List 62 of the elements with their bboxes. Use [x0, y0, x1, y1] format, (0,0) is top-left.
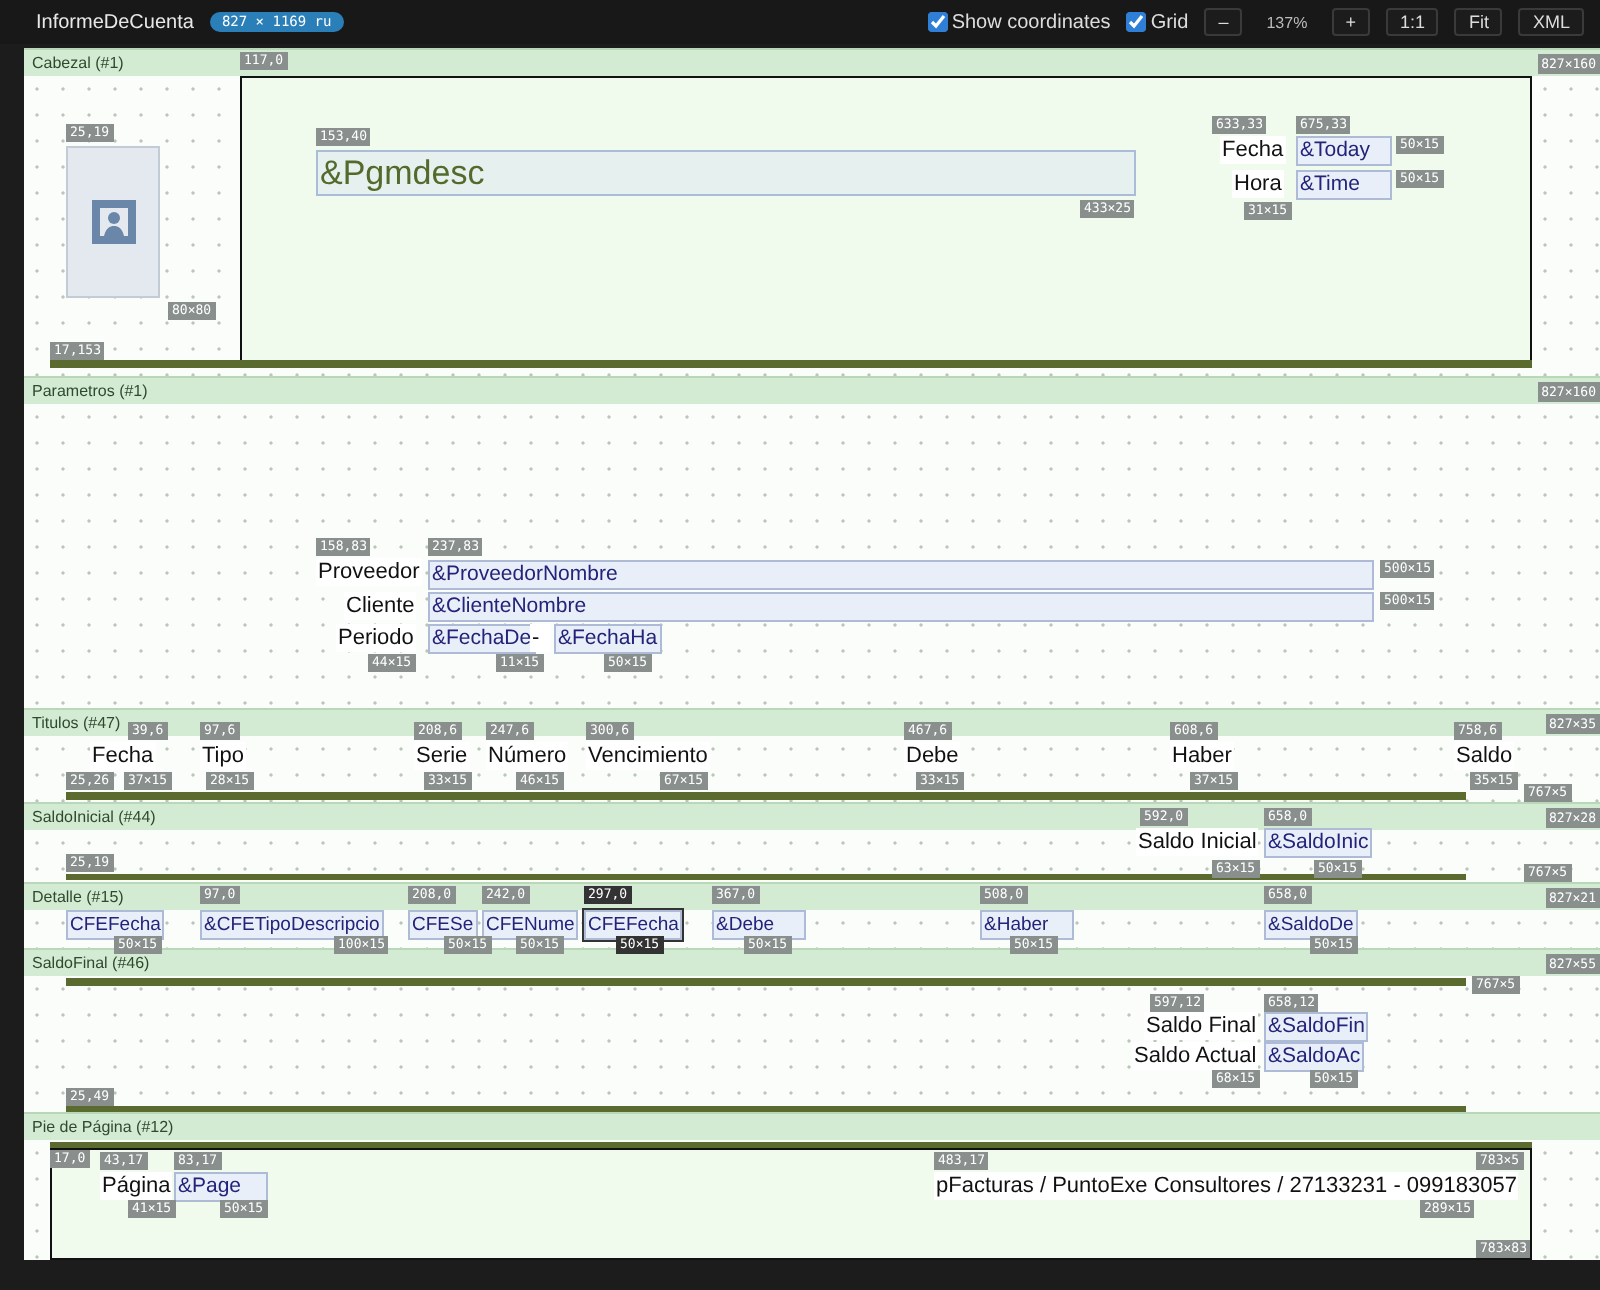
data-field[interactable]: &Time [1296, 170, 1392, 200]
data-field[interactable]: &SaldoAc [1264, 1042, 1365, 1072]
text-label: Saldo Final [1144, 1012, 1259, 1040]
text-label: Haber [1170, 742, 1234, 770]
text-label: Tipo [200, 742, 246, 770]
line-element[interactable] [66, 874, 1466, 880]
zoom-level: 137% [1264, 13, 1310, 31]
band-title: SaldoFinal (#46) [32, 954, 150, 972]
picture-frame-icon [87, 196, 139, 248]
text-label: Proveedor [316, 558, 422, 586]
data-field[interactable]: &FechaHa [554, 624, 662, 654]
data-field[interactable]: CFEFecha [66, 910, 165, 940]
text-label: Periodo [336, 624, 416, 652]
data-field[interactable]: &Haber [980, 910, 1074, 940]
line-element[interactable] [66, 1106, 1466, 1112]
text-label: - [530, 624, 550, 652]
data-field[interactable]: &SaldoDe [1264, 910, 1358, 940]
band-header[interactable]: Pie de Página (#12) [24, 1112, 1600, 1140]
text-label: Saldo Actual [1132, 1042, 1259, 1070]
zoom-in-button[interactable]: + [1331, 8, 1370, 36]
checkbox-label: Grid [1150, 11, 1189, 33]
band-title: Pie de Página (#12) [32, 1118, 174, 1136]
xml-button[interactable]: XML [1518, 8, 1584, 36]
data-field[interactable]: CFEFecha [584, 910, 683, 940]
data-field[interactable]: &ProveedorNombre [428, 560, 1374, 590]
image-placeholder[interactable] [66, 146, 160, 298]
band-title: Detalle (#15) [32, 888, 124, 906]
title-field[interactable]: &Pgmdesc [316, 150, 1136, 196]
actual-size-button[interactable]: 1:1 [1385, 8, 1439, 36]
data-field[interactable]: &SaldoFin [1264, 1012, 1369, 1042]
fit-button[interactable]: Fit [1454, 8, 1503, 36]
text-label: Hora [1232, 170, 1284, 198]
text-label: Saldo [1454, 742, 1515, 770]
data-field[interactable]: &Page [174, 1172, 268, 1202]
data-field[interactable]: &Debe [712, 910, 806, 940]
report-name: InformeDeCuenta [36, 11, 194, 33]
data-field[interactable]: &CFETipoDescripcio [200, 910, 384, 940]
data-field[interactable]: &Today [1296, 136, 1392, 166]
grid-checkbox[interactable] [1126, 12, 1147, 32]
text-label: Cliente [344, 592, 417, 620]
text-label: Fecha [90, 742, 156, 770]
line-element[interactable] [66, 792, 1466, 800]
data-field[interactable]: CFENume [482, 910, 579, 940]
band-title: Parametros (#1) [32, 382, 148, 400]
zoom-out-button[interactable]: – [1204, 8, 1243, 36]
text-label: Vencimiento [586, 742, 710, 770]
text-label: Página [100, 1172, 173, 1200]
band-title: Titulos (#47) [32, 714, 121, 732]
show-coordinates-checkbox[interactable] [927, 12, 948, 32]
text-label: Debe [904, 742, 961, 770]
data-field[interactable]: CFESe [408, 910, 478, 940]
band-title: Cabezal (#1) [32, 54, 124, 72]
text-label: Fecha [1220, 136, 1286, 164]
band-title: SaldoInicial (#44) [32, 808, 156, 826]
data-field[interactable]: &SaldoInic [1264, 828, 1373, 858]
text-label: Número [486, 742, 569, 770]
text-label: Saldo Inicial [1136, 828, 1259, 856]
data-field[interactable]: &ClienteNombre [428, 592, 1374, 622]
line-element[interactable] [66, 978, 1466, 986]
text-label: Serie [414, 742, 470, 770]
checkbox-label: Show coordinates [951, 11, 1111, 33]
text-label: pFacturas / PuntoExe Consultores / 27133231 - 099183057 [934, 1172, 1519, 1200]
